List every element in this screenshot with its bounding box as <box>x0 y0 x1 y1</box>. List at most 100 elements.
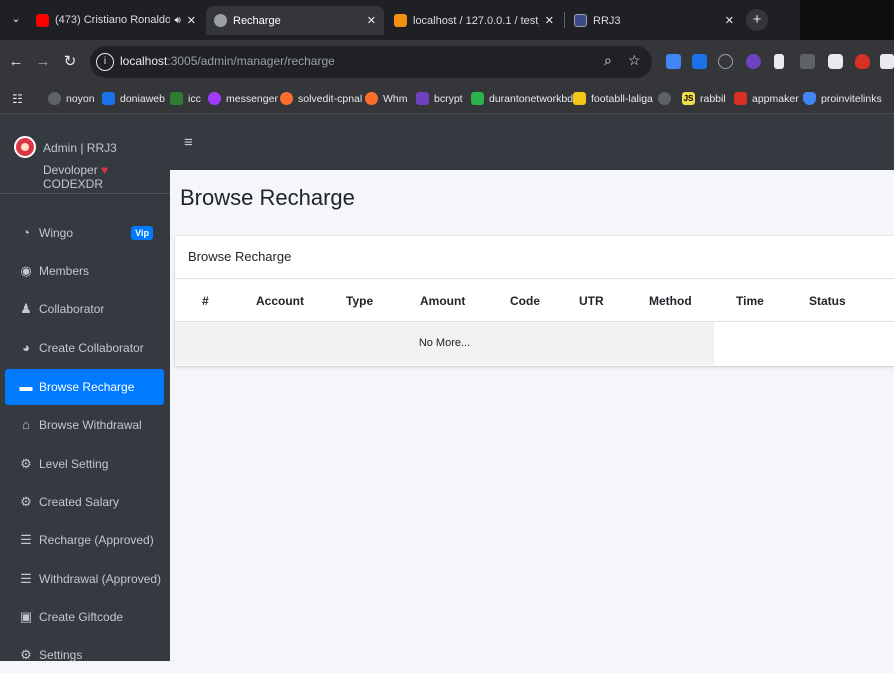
cpanel-icon <box>365 92 378 105</box>
credit-card-icon: ▬ <box>19 379 33 394</box>
back-icon[interactable]: ← <box>6 52 26 72</box>
bookmark-messenger[interactable]: messenger <box>208 92 278 105</box>
browser-toolbar: ← → ↻ i localhost:3005/admin/manager/rec… <box>0 40 894 86</box>
icc-icon <box>170 92 183 105</box>
column-header-account: Account <box>256 294 304 308</box>
gear-icon: ⚙ <box>20 647 32 662</box>
bookmark-solvedit-cpnal[interactable]: solvedit-cpnal <box>280 92 362 105</box>
tab-separator <box>564 12 565 28</box>
avatar[interactable] <box>14 136 36 158</box>
sidebar-item-collaborator[interactable]: ♟ Collaborator <box>5 291 164 327</box>
tab-youtube[interactable]: (473) Cristiano Ronaldo কি 🔊︎ ✕ <box>28 6 204 35</box>
shield-extension-icon[interactable] <box>855 54 870 69</box>
star-icon[interactable]: ☆ <box>628 52 641 69</box>
user-role: Devoloper ♥ CODEXDR <box>43 163 109 191</box>
close-tab-icon[interactable]: ✕ <box>187 14 196 27</box>
top-navbar: ≡ <box>170 114 894 170</box>
recharge-card: Browse Recharge # Account Type Amount Co… <box>175 236 894 366</box>
address-bar[interactable]: i localhost:3005/admin/manager/recharge … <box>90 46 652 78</box>
card-title: Browse Recharge <box>188 249 292 264</box>
bookmark-globe[interactable] <box>658 92 676 105</box>
sidebar-item-settings[interactable]: ⚙ Settings <box>5 637 164 673</box>
cogs-icon: ⚙ <box>20 494 32 509</box>
zoom-icon[interactable]: ⌕ <box>604 52 612 69</box>
forward-icon[interactable]: → <box>33 52 53 72</box>
tab-phpmyadmin[interactable]: localhost / 127.0.0.1 / test_b9_c ✕ <box>386 6 562 35</box>
column-header-method: Method <box>649 294 692 308</box>
new-tab-button[interactable]: + <box>746 9 768 31</box>
site-info-icon[interactable]: i <box>96 53 114 71</box>
phpmyadmin-icon <box>394 14 407 27</box>
tab-search-icon[interactable]: ⌄ <box>6 9 26 29</box>
puzzle-extension-icon[interactable] <box>880 54 894 69</box>
cpanel-icon <box>280 92 293 105</box>
doniaweb-icon <box>102 92 115 105</box>
card-header: Browse Recharge <box>175 236 894 279</box>
messenger-icon <box>208 92 221 105</box>
user-name[interactable]: Admin | RRJ3 <box>43 141 117 155</box>
sidebar-item-wingo[interactable]: ◔ Wingo Vip <box>5 215 164 251</box>
extension-icon[interactable] <box>718 54 733 69</box>
globe-icon <box>48 92 61 105</box>
sidebar-item-recharge-approved[interactable]: ☰ Recharge (Approved) <box>5 522 164 558</box>
column-header-status: Status <box>809 294 846 308</box>
audio-icon[interactable]: 🔊︎ <box>174 15 180 26</box>
code-extension-icon[interactable] <box>800 54 815 69</box>
bookmark-proinvitelinks[interactable]: proinvitelinks <box>803 92 882 105</box>
bookmark-appmaker[interactable]: appmaker <box>734 92 799 105</box>
bookmark-footabll-laliga[interactable]: footabll-laliga <box>573 92 653 105</box>
sidebar-item-browse-recharge[interactable]: ▬ Browse Recharge <box>5 369 164 405</box>
apps-icon[interactable]: ☷ <box>12 92 23 106</box>
bookmark-noyon[interactable]: noyon <box>48 92 95 105</box>
bookmark-bcrypt[interactable]: bcrypt <box>416 92 463 105</box>
menu-toggle-icon[interactable]: ≡ <box>184 134 193 151</box>
close-tab-icon[interactable]: ✕ <box>367 14 376 27</box>
bookmarks-bar: ☷ noyon doniaweb icc messenger solvedit-… <box>0 86 894 114</box>
bank-icon: ⌂ <box>22 417 30 432</box>
tab-label: (473) Cristiano Ronaldo কি <box>55 14 171 26</box>
football-icon <box>573 92 586 105</box>
sidebar-item-level-setting[interactable]: ⚙ Level Setting <box>5 446 164 482</box>
document-extension-icon[interactable] <box>774 54 784 69</box>
gauge-icon: ◔ <box>22 225 30 240</box>
sidebar-item-members[interactable]: ◉ Members <box>5 253 164 289</box>
sidebar-item-withdrawal-approved[interactable]: ☰ Withdrawal (Approved) <box>5 561 164 597</box>
url-text[interactable]: localhost:3005/admin/manager/recharge <box>120 54 335 68</box>
reload-icon[interactable]: ↻ <box>60 52 80 72</box>
shield-icon <box>803 92 816 105</box>
bcrypt-icon <box>416 92 429 105</box>
empty-message: No More... <box>418 337 471 349</box>
bookmark-icc[interactable]: icc <box>170 92 201 105</box>
sidebar-item-created-salary[interactable]: ⚙ Created Salary <box>5 484 164 520</box>
browser-tab-bar: ⌄ (473) Cristiano Ronaldo কি 🔊︎ ✕ Rechar… <box>0 0 894 40</box>
sidebar-item-create-giftcode[interactable]: ▣ Create Giftcode <box>5 599 164 635</box>
tab-recharge[interactable]: Recharge ✕ <box>206 6 384 35</box>
tab-label: RRJ3 <box>593 14 621 27</box>
close-tab-icon[interactable]: ✕ <box>545 14 554 27</box>
column-header-type: Type <box>346 294 374 308</box>
youtube-icon <box>36 14 49 27</box>
bookmark-rabbil[interactable]: JS rabbil <box>682 92 726 105</box>
user-circle-icon: ◉ <box>20 263 32 278</box>
appmaker-icon <box>734 92 747 105</box>
bookmark-whm[interactable]: Whm <box>365 92 408 105</box>
table-row: No More... <box>175 322 714 365</box>
bookmark-durantonetworkbd[interactable]: durantonetworkbd <box>471 92 573 105</box>
sidebar-item-create-collaborator[interactable]: ◕ Create Collaborator <box>5 330 164 366</box>
sidebar-item-browse-withdrawal[interactable]: ⌂ Browse Withdrawal <box>5 407 164 443</box>
close-tab-icon[interactable]: ✕ <box>725 14 734 27</box>
column-header-code: Code <box>510 294 540 308</box>
page-title: Browse Recharge <box>180 185 355 210</box>
badge-extension-icon[interactable] <box>746 54 761 69</box>
tab-rrj3[interactable]: RRJ3 ✕ <box>566 6 742 35</box>
bookmark-doniaweb[interactable]: doniaweb <box>102 92 165 105</box>
translate-extension-icon[interactable] <box>666 54 681 69</box>
window-frame <box>800 0 894 40</box>
durantonetwork-icon <box>471 92 484 105</box>
column-header-utr: UTR <box>579 294 604 308</box>
heart-icon: ♥ <box>101 163 109 177</box>
fi-extension-icon[interactable] <box>692 54 707 69</box>
camera-extension-icon[interactable] <box>828 54 843 69</box>
column-header-number: # <box>202 294 209 308</box>
sidebar: Admin | RRJ3 Devoloper ♥ CODEXDR ◔ Wingo… <box>0 114 170 662</box>
